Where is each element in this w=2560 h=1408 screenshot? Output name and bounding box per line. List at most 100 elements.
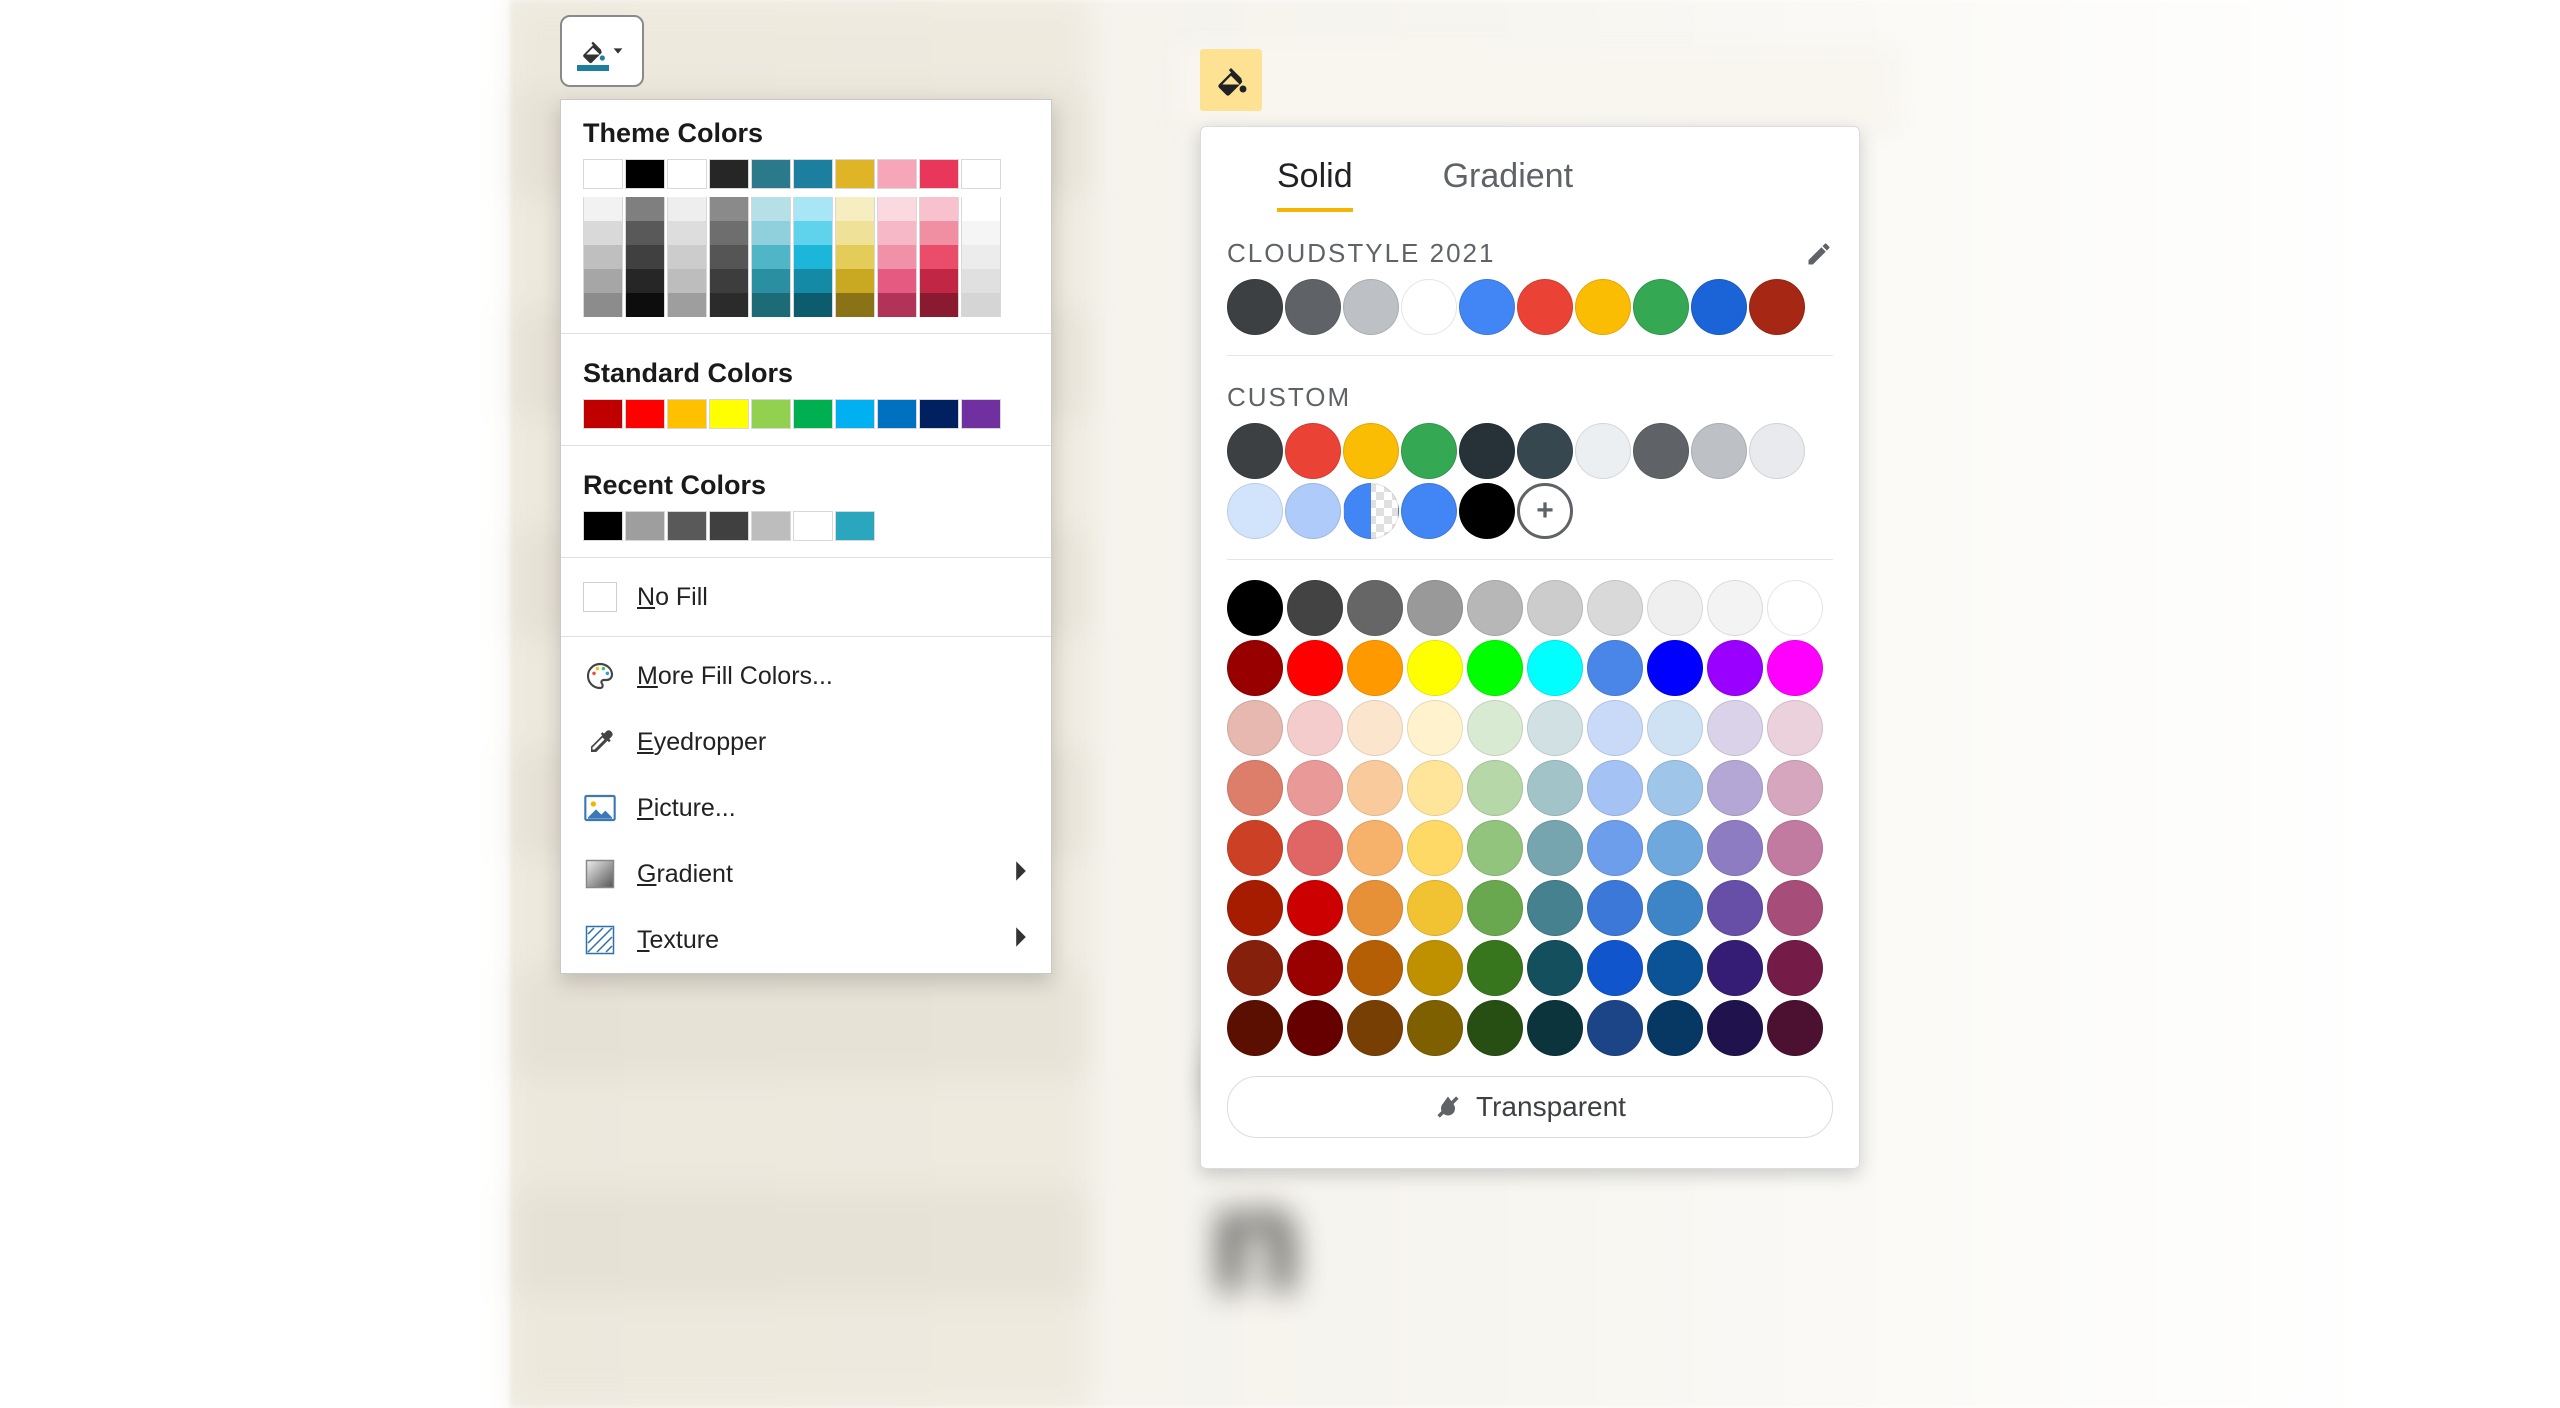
palette-color-swatch[interactable] (1767, 880, 1823, 936)
theme-tint-swatch[interactable] (625, 269, 665, 293)
palette-color-swatch[interactable] (1647, 940, 1703, 996)
theme-tint-swatch[interactable] (961, 269, 1001, 293)
theme-color-swatch[interactable] (625, 159, 665, 189)
palette-color-swatch[interactable] (1407, 640, 1463, 696)
fill-color-button[interactable] (1200, 49, 1262, 111)
palette-color-swatch[interactable] (1527, 820, 1583, 876)
theme-tint-swatch[interactable] (835, 245, 875, 269)
theme-tint-swatch[interactable] (793, 269, 833, 293)
theme-tint-swatch[interactable] (919, 245, 959, 269)
palette-color-swatch[interactable] (1347, 880, 1403, 936)
theme-tint-swatch[interactable] (625, 245, 665, 269)
theme-color-swatch[interactable] (1517, 279, 1573, 335)
palette-color-swatch[interactable] (1407, 940, 1463, 996)
recent-color-swatch[interactable] (667, 511, 707, 541)
custom-color-swatch[interactable] (1575, 423, 1631, 479)
standard-color-swatch[interactable] (919, 399, 959, 429)
theme-color-swatch[interactable] (1749, 279, 1805, 335)
theme-color-swatch[interactable] (1401, 279, 1457, 335)
no-fill-item[interactable]: No Fill (561, 564, 1051, 630)
palette-color-swatch[interactable] (1287, 1000, 1343, 1056)
palette-color-swatch[interactable] (1467, 760, 1523, 816)
palette-color-swatch[interactable] (1647, 1000, 1703, 1056)
theme-tint-swatch[interactable] (751, 197, 791, 221)
palette-color-swatch[interactable] (1767, 820, 1823, 876)
custom-color-swatch[interactable] (1285, 423, 1341, 479)
standard-color-swatch[interactable] (835, 399, 875, 429)
palette-color-swatch[interactable] (1287, 940, 1343, 996)
theme-tint-swatch[interactable] (835, 269, 875, 293)
tab-solid[interactable]: Solid (1277, 157, 1353, 212)
theme-color-swatch[interactable] (1459, 279, 1515, 335)
theme-tint-swatch[interactable] (919, 269, 959, 293)
custom-color-swatch[interactable] (1459, 483, 1515, 539)
theme-tint-swatch[interactable] (751, 221, 791, 245)
theme-tint-swatch[interactable] (877, 245, 917, 269)
theme-tint-swatch[interactable] (583, 269, 623, 293)
palette-color-swatch[interactable] (1527, 760, 1583, 816)
theme-tint-swatch[interactable] (793, 293, 833, 317)
theme-color-swatch[interactable] (793, 159, 833, 189)
palette-color-swatch[interactable] (1227, 640, 1283, 696)
theme-color-swatch[interactable] (709, 159, 749, 189)
palette-color-swatch[interactable] (1767, 640, 1823, 696)
palette-color-swatch[interactable] (1347, 1000, 1403, 1056)
palette-color-swatch[interactable] (1347, 760, 1403, 816)
theme-tint-swatch[interactable] (835, 293, 875, 317)
theme-color-swatch[interactable] (1285, 279, 1341, 335)
theme-color-swatch[interactable] (1227, 279, 1283, 335)
custom-color-swatch[interactable] (1343, 483, 1399, 539)
palette-color-swatch[interactable] (1707, 700, 1763, 756)
palette-color-swatch[interactable] (1527, 700, 1583, 756)
palette-color-swatch[interactable] (1527, 880, 1583, 936)
palette-color-swatch[interactable] (1587, 880, 1643, 936)
recent-color-swatch[interactable] (709, 511, 749, 541)
standard-color-swatch[interactable] (877, 399, 917, 429)
theme-tint-swatch[interactable] (835, 197, 875, 221)
palette-color-swatch[interactable] (1347, 700, 1403, 756)
theme-tint-swatch[interactable] (583, 293, 623, 317)
palette-color-swatch[interactable] (1587, 1000, 1643, 1056)
theme-tint-swatch[interactable] (709, 269, 749, 293)
recent-color-swatch[interactable] (625, 511, 665, 541)
palette-color-swatch[interactable] (1407, 820, 1463, 876)
palette-color-swatch[interactable] (1287, 880, 1343, 936)
palette-color-swatch[interactable] (1707, 940, 1763, 996)
theme-tint-swatch[interactable] (919, 197, 959, 221)
palette-color-swatch[interactable] (1647, 580, 1703, 636)
theme-tint-swatch[interactable] (583, 197, 623, 221)
custom-color-swatch[interactable] (1749, 423, 1805, 479)
custom-color-swatch[interactable] (1285, 483, 1341, 539)
palette-color-swatch[interactable] (1707, 640, 1763, 696)
theme-color-swatch[interactable] (1575, 279, 1631, 335)
theme-tint-swatch[interactable] (667, 197, 707, 221)
palette-color-swatch[interactable] (1227, 760, 1283, 816)
standard-color-swatch[interactable] (625, 399, 665, 429)
palette-color-swatch[interactable] (1647, 700, 1703, 756)
palette-color-swatch[interactable] (1467, 880, 1523, 936)
theme-color-swatch[interactable] (835, 159, 875, 189)
palette-color-swatch[interactable] (1527, 1000, 1583, 1056)
palette-color-swatch[interactable] (1767, 940, 1823, 996)
palette-color-swatch[interactable] (1707, 760, 1763, 816)
palette-color-swatch[interactable] (1587, 640, 1643, 696)
theme-tint-swatch[interactable] (709, 293, 749, 317)
custom-color-swatch[interactable] (1401, 423, 1457, 479)
custom-color-swatch[interactable] (1227, 423, 1283, 479)
theme-tint-swatch[interactable] (919, 293, 959, 317)
theme-tint-swatch[interactable] (919, 221, 959, 245)
palette-color-swatch[interactable] (1527, 640, 1583, 696)
theme-tint-swatch[interactable] (877, 269, 917, 293)
theme-tint-swatch[interactable] (751, 293, 791, 317)
standard-color-swatch[interactable] (667, 399, 707, 429)
recent-color-swatch[interactable] (583, 511, 623, 541)
palette-color-swatch[interactable] (1647, 760, 1703, 816)
palette-color-swatch[interactable] (1527, 580, 1583, 636)
palette-color-swatch[interactable] (1707, 580, 1763, 636)
transparent-button[interactable]: Transparent (1227, 1076, 1833, 1138)
theme-tint-swatch[interactable] (709, 245, 749, 269)
palette-color-swatch[interactable] (1407, 1000, 1463, 1056)
theme-tint-swatch[interactable] (709, 197, 749, 221)
standard-color-swatch[interactable] (709, 399, 749, 429)
palette-color-swatch[interactable] (1467, 700, 1523, 756)
